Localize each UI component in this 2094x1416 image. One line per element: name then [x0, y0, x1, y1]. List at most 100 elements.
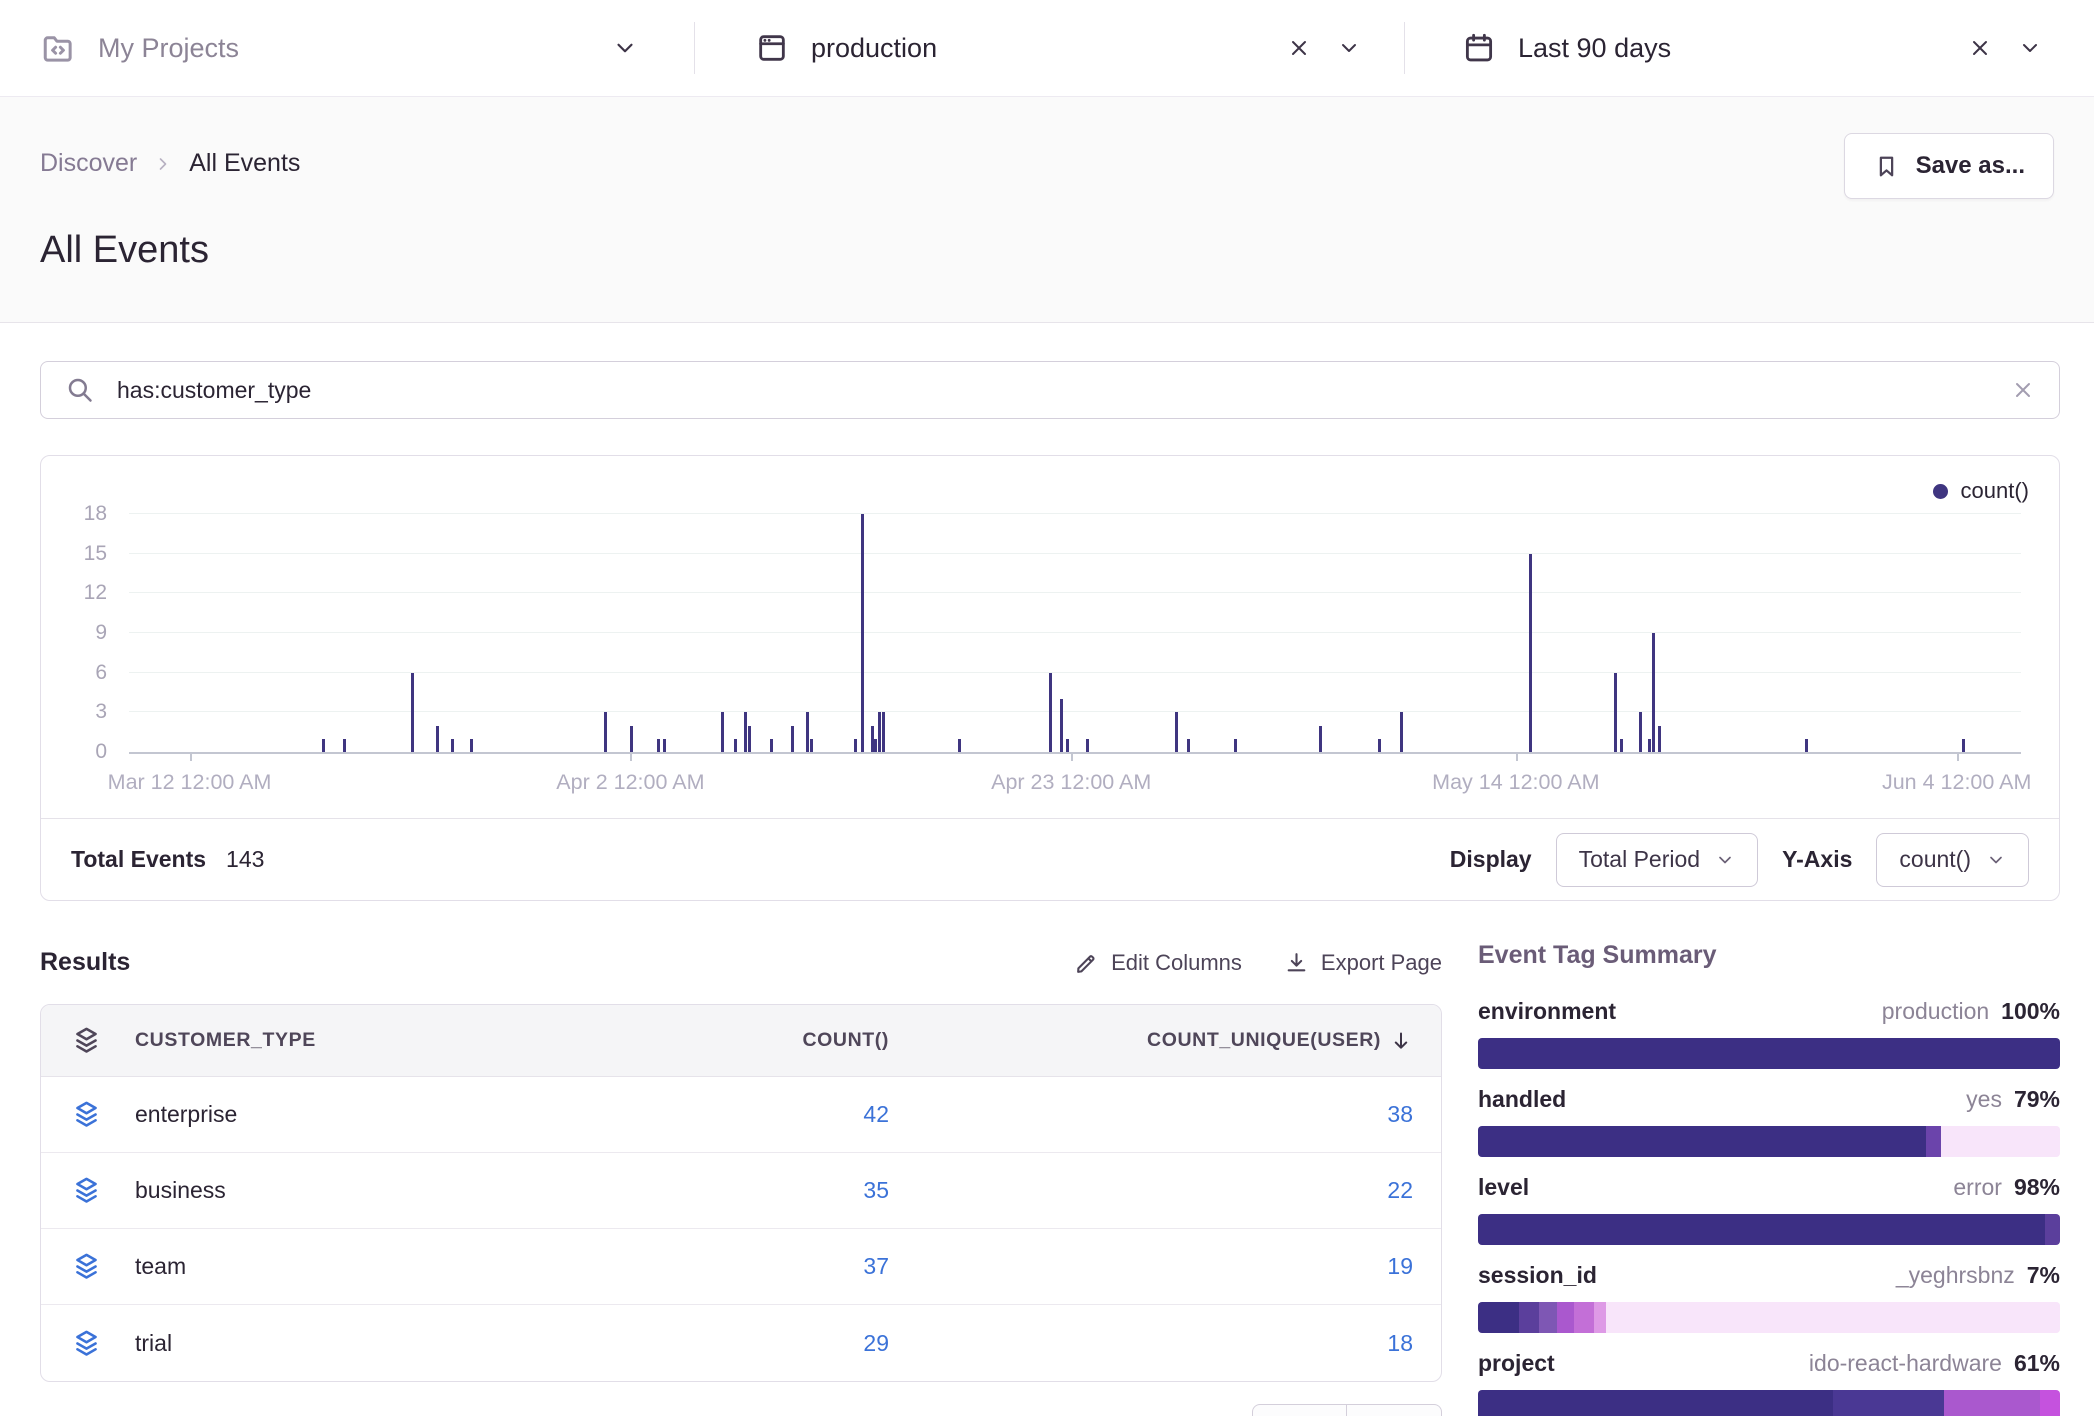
y-axis-tick-label: 12: [84, 581, 107, 605]
tag-top-value: _yeghrsbnz: [1896, 1262, 2015, 1289]
tag-distribution-bar[interactable]: [1478, 1302, 2060, 1333]
y-axis-tick-label: 3: [95, 700, 107, 724]
count-cell[interactable]: 35: [559, 1177, 889, 1204]
tag-name: handled: [1478, 1086, 1566, 1113]
results-header: Results Edit Columns Export Page: [40, 948, 1442, 977]
event-count-bar: [630, 726, 633, 752]
breadcrumb: Discover All Events: [40, 149, 300, 178]
customer-type-cell: business: [135, 1177, 559, 1204]
tag-top-value: ido-react-hardware: [1809, 1350, 2002, 1377]
clear-environment-icon[interactable]: [1287, 36, 1311, 60]
tag-bar-segment: [1557, 1302, 1574, 1333]
window-icon: [755, 31, 789, 65]
event-count-bar: [791, 726, 794, 752]
event-tag-summary-title: Event Tag Summary: [1478, 941, 2060, 970]
legend-dot-icon: [1933, 484, 1948, 499]
pagination-next-button[interactable]: [1347, 1404, 1442, 1416]
tag-distribution-bar[interactable]: [1478, 1214, 2060, 1245]
tag-bar-segment: [1539, 1302, 1556, 1333]
environment-selector[interactable]: production: [755, 0, 1361, 96]
count-unique-cell[interactable]: 19: [889, 1253, 1413, 1280]
x-axis-tick-label: Mar 12 12:00 AM: [108, 770, 272, 795]
clear-date-icon[interactable]: [1968, 36, 1992, 60]
column-header-customer-type[interactable]: CUSTOMER_TYPE: [135, 1029, 559, 1052]
results-table-body: enterprise 42 38 business 35 22 team 37 …: [41, 1077, 1441, 1381]
chevron-down-icon[interactable]: [612, 35, 638, 61]
tag-bar-segment: [1833, 1390, 1944, 1416]
event-count-bar: [657, 739, 660, 752]
y-axis-tick-label: 6: [95, 661, 107, 685]
search-input[interactable]: [117, 377, 2011, 404]
sort-desc-icon: [1389, 1029, 1413, 1053]
total-events-label: Total Events: [71, 846, 206, 873]
chart-footer: Total Events 143 Display Total Period Y-…: [41, 818, 2059, 900]
event-count-bar: [1658, 726, 1661, 752]
tag-name: level: [1478, 1174, 1529, 1201]
date-range-selector[interactable]: Last 90 days: [1462, 0, 2066, 96]
stack-icon[interactable]: [71, 1099, 135, 1130]
event-count-bar: [1175, 712, 1178, 752]
event-count-bar: [721, 712, 724, 752]
event-count-bar: [1400, 712, 1403, 752]
event-count-bar: [744, 712, 747, 752]
gridline: [129, 632, 2021, 633]
chevron-down-icon[interactable]: [1337, 36, 1361, 60]
chart-plot: 0369121518Mar 12 12:00 AMApr 2 12:00 AMA…: [129, 514, 2021, 754]
legend-label: count(): [1961, 478, 2029, 504]
total-events-value: 143: [226, 846, 264, 873]
count-cell[interactable]: 29: [559, 1330, 889, 1357]
count-cell[interactable]: 42: [559, 1101, 889, 1128]
search-icon: [65, 375, 95, 405]
event-count-bar: [958, 739, 961, 752]
x-axis-tick-label: May 14 12:00 AM: [1432, 770, 1599, 795]
column-header-count[interactable]: COUNT(): [559, 1029, 889, 1052]
x-axis-tick-label: Apr 2 12:00 AM: [556, 770, 704, 795]
topbar-divider: [1404, 22, 1405, 74]
save-as-button[interactable]: Save as...: [1844, 133, 2054, 199]
event-count-bar: [882, 712, 885, 752]
yaxis-dropdown[interactable]: count(): [1876, 833, 2029, 887]
export-page-button[interactable]: Export Page: [1284, 950, 1442, 976]
tag-bar-segment: [1478, 1126, 1926, 1157]
tag-bar-segment: [1941, 1126, 2060, 1157]
count-unique-cell[interactable]: 18: [889, 1330, 1413, 1357]
project-selector[interactable]: My Projects: [40, 0, 640, 96]
events-chart-panel: count() 0369121518Mar 12 12:00 AMApr 2 1…: [40, 455, 2060, 901]
event-count-bar: [1805, 739, 1808, 752]
tag-distribution-bar[interactable]: [1478, 1038, 2060, 1069]
column-header-count-unique[interactable]: COUNT_UNIQUE(USER): [889, 1029, 1413, 1053]
chevron-down-icon[interactable]: [2018, 36, 2042, 60]
customer-type-cell: team: [135, 1253, 559, 1280]
topbar-divider: [694, 22, 695, 74]
clear-search-icon[interactable]: [2011, 378, 2035, 402]
tag-bar-segment: [1519, 1302, 1539, 1333]
stack-icon[interactable]: [71, 1175, 135, 1206]
tag-name: environment: [1478, 998, 1616, 1025]
display-dropdown[interactable]: Total Period: [1556, 833, 1758, 887]
event-count-bar: [322, 739, 325, 752]
gridline: [129, 553, 2021, 554]
count-unique-cell[interactable]: 22: [889, 1177, 1413, 1204]
results-table-header: CUSTOMER_TYPE COUNT() COUNT_UNIQUE(USER): [41, 1005, 1441, 1077]
event-count-bar: [1319, 726, 1322, 752]
breadcrumb-discover[interactable]: Discover: [40, 149, 137, 178]
tag-distribution-bar[interactable]: [1478, 1126, 2060, 1157]
tag-row: handled yes 79%: [1478, 1086, 2060, 1157]
stack-icon[interactable]: [71, 1328, 135, 1359]
tag-row: environment production 100%: [1478, 998, 2060, 1069]
event-tag-summary: Event Tag Summary environment production…: [1478, 941, 2060, 1416]
tag-bar-segment: [1574, 1302, 1594, 1333]
pagination-prev-button[interactable]: [1252, 1404, 1347, 1416]
event-count-bar: [1652, 633, 1655, 752]
event-count-bar: [806, 712, 809, 752]
edit-columns-button[interactable]: Edit Columns: [1074, 950, 1242, 976]
count-unique-cell[interactable]: 38: [889, 1101, 1413, 1128]
count-cell[interactable]: 37: [559, 1253, 889, 1280]
event-count-bar: [861, 514, 864, 752]
display-label: Display: [1450, 846, 1532, 873]
y-axis-tick-label: 0: [95, 740, 107, 764]
event-count-bar: [874, 739, 877, 752]
event-count-bar: [810, 739, 813, 752]
tag-distribution-bar[interactable]: [1478, 1390, 2060, 1416]
stack-icon[interactable]: [71, 1251, 135, 1282]
